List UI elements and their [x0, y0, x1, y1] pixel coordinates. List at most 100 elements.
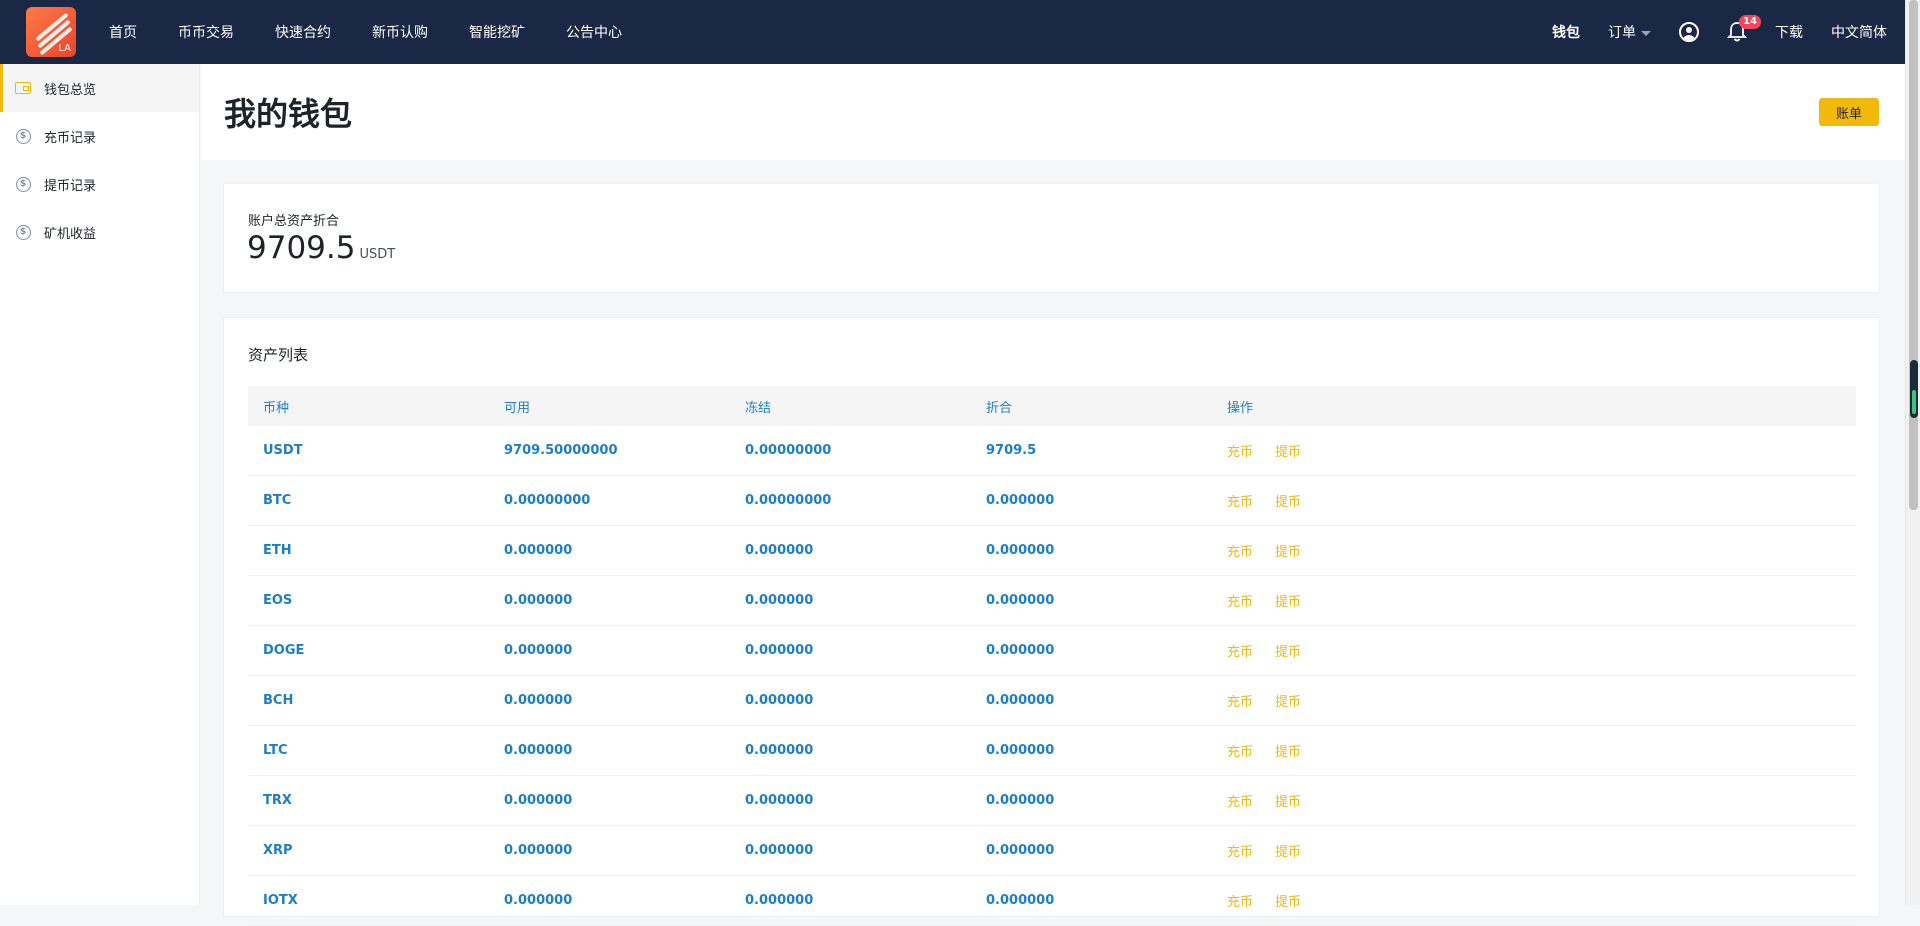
language-selector[interactable]: 中文简体 [1831, 22, 1887, 42]
available-balance: 9709.50000000 [504, 443, 618, 458]
sidebar-item-label: 钱包总览 [44, 82, 97, 98]
bill-button[interactable]: 账单 [1819, 98, 1879, 126]
row-actions: 充币 提币 [1212, 791, 1323, 810]
table-row: BTC 0.00000000 0.00000000 0.000000 充币 提币 [248, 476, 1856, 526]
withdraw-link[interactable]: 提币 [1275, 591, 1301, 610]
caret-down-icon [1641, 30, 1651, 36]
coin-name: EOS [263, 593, 293, 608]
nav-item-announcements[interactable]: 公告中心 [566, 22, 622, 42]
deposit-link[interactable]: 充币 [1227, 591, 1253, 610]
total-assets-label: 账户总资产折合 [248, 214, 340, 229]
deposit-link[interactable]: 充币 [1227, 841, 1253, 860]
logo[interactable]: LA [26, 7, 76, 57]
table-body: USDT 9709.50000000 0.00000000 9709.5 充币 提币 BTC… [248, 426, 1856, 926]
deposit-link[interactable]: 充币 [1227, 541, 1253, 560]
converted-value: 0.000000 [986, 693, 1055, 708]
deposit-link[interactable]: 充币 [1227, 491, 1253, 510]
right-nav: 钱包 订单 14 下载 中文简体 [1524, 0, 1905, 64]
asset-table: 币种 可用 冻结 折合 操作 USDT 9709.50000000 0.000000… [248, 386, 1856, 926]
table-header: 币种 可用 冻结 折合 操作 [248, 386, 1856, 426]
withdraw-link[interactable]: 提币 [1275, 891, 1301, 910]
sidebar-item-withdraw-records[interactable]: $ 提币记录 [0, 160, 199, 208]
main-content: 我的钱包 账单 账户总资产折合 9709.5 USDT 资产列表 币种 可用 冻… [201, 64, 1905, 926]
frozen-balance: 0.000000 [745, 743, 814, 758]
available-balance: 0.000000 [504, 543, 573, 558]
available-balance: 0.000000 [504, 793, 573, 808]
page-header: 我的钱包 账单 [201, 64, 1905, 160]
frozen-balance: 0.000000 [745, 543, 814, 558]
available-balance: 0.000000 [504, 643, 573, 658]
dollar-icon: $ [15, 224, 31, 240]
sidebar-item-wallet-overview[interactable]: 钱包总览 [0, 64, 199, 112]
deposit-link[interactable]: 充币 [1227, 891, 1253, 910]
nav-item-smart-mining[interactable]: 智能挖矿 [469, 22, 525, 42]
converted-value: 0.000000 [986, 893, 1055, 908]
table-row: BCH 0.000000 0.000000 0.000000 充币 提币 [248, 676, 1856, 726]
nav-item-spot-trading[interactable]: 币币交易 [178, 22, 234, 42]
dollar-icon: $ [15, 128, 31, 144]
deposit-link[interactable]: 充币 [1227, 691, 1253, 710]
deposit-link[interactable]: 充币 [1227, 641, 1253, 660]
withdraw-link[interactable]: 提币 [1275, 441, 1301, 460]
frozen-balance: 0.000000 [745, 843, 814, 858]
withdraw-link[interactable]: 提币 [1275, 691, 1301, 710]
coin-name: BCH [263, 693, 294, 708]
available-balance: 0.000000 [504, 843, 573, 858]
total-assets-number: 9709.5 [247, 230, 356, 266]
coin-name: USDT [263, 443, 303, 458]
available-balance: 0.000000 [504, 743, 573, 758]
frozen-balance: 0.00000000 [745, 493, 832, 508]
withdraw-link[interactable]: 提币 [1275, 741, 1301, 760]
table-row: LTC 0.000000 0.000000 0.000000 充币 提币 [248, 726, 1856, 776]
nav-download-link[interactable]: 下载 [1775, 22, 1803, 42]
sidebar-item-label: 充币记录 [44, 130, 97, 146]
total-assets-value: 9709.5 USDT [247, 230, 395, 266]
nav-orders-dropdown[interactable]: 订单 [1608, 22, 1651, 42]
page-scrollbar[interactable] [1905, 0, 1920, 905]
row-actions: 充币 提币 [1212, 441, 1323, 460]
coin-name: TRX [263, 793, 292, 808]
deposit-link[interactable]: 充币 [1227, 441, 1253, 460]
table-row: XRP 0.000000 0.000000 0.000000 充币 提币 [248, 826, 1856, 876]
table-row: USDT 9709.50000000 0.00000000 9709.5 充币 提币 [248, 426, 1856, 476]
frozen-balance: 0.000000 [745, 793, 814, 808]
withdraw-link[interactable]: 提币 [1275, 541, 1301, 560]
total-assets-card: 账户总资产折合 9709.5 USDT [223, 183, 1880, 293]
scroll-widget[interactable] [1910, 360, 1918, 418]
scrollbar-thumb[interactable] [1909, 0, 1918, 510]
converted-value: 0.000000 [986, 793, 1055, 808]
converted-value: 0.000000 [986, 643, 1055, 658]
available-balance: 0.000000 [504, 693, 573, 708]
converted-value: 0.000000 [986, 593, 1055, 608]
coin-name: IOTX [263, 893, 298, 908]
sidebar-item-deposit-records[interactable]: $ 充币记录 [0, 112, 199, 160]
nav-item-quick-contract[interactable]: 快速合约 [275, 22, 331, 42]
wallet-icon [15, 80, 31, 96]
sidebar: 钱包总览 $ 充币记录 $ 提币记录 $ 矿机收益 [0, 64, 200, 905]
notification-count-badge: 14 [1739, 15, 1761, 29]
table-row: EOS 0.000000 0.000000 0.000000 充币 提币 [248, 576, 1856, 626]
sidebar-item-label: 提币记录 [44, 178, 97, 194]
withdraw-link[interactable]: 提币 [1275, 641, 1301, 660]
row-actions: 充币 提币 [1212, 641, 1323, 660]
nav-orders-label: 订单 [1608, 25, 1636, 41]
available-balance: 0.00000000 [504, 493, 591, 508]
frozen-balance: 0.000000 [745, 893, 814, 908]
withdraw-link[interactable]: 提币 [1275, 791, 1301, 810]
converted-value: 9709.5 [986, 443, 1037, 458]
converted-value: 0.000000 [986, 543, 1055, 558]
nav-item-home[interactable]: 首页 [109, 22, 137, 42]
withdraw-link[interactable]: 提币 [1275, 841, 1301, 860]
notifications-button[interactable]: 14 [1726, 15, 1761, 43]
table-row: ETH 0.000000 0.000000 0.000000 充币 提币 [248, 526, 1856, 576]
withdraw-link[interactable]: 提币 [1275, 491, 1301, 510]
deposit-link[interactable]: 充币 [1227, 741, 1253, 760]
sidebar-item-miner-earnings[interactable]: $ 矿机收益 [0, 208, 199, 256]
page-title: 我的钱包 [224, 95, 353, 133]
converted-value: 0.000000 [986, 493, 1055, 508]
nav-wallet-link[interactable]: 钱包 [1552, 22, 1580, 42]
bell-icon: 14 [1726, 15, 1761, 43]
deposit-link[interactable]: 充币 [1227, 791, 1253, 810]
nav-item-new-coin-subscription[interactable]: 新币认购 [372, 22, 428, 42]
user-account-button[interactable] [1679, 22, 1699, 42]
